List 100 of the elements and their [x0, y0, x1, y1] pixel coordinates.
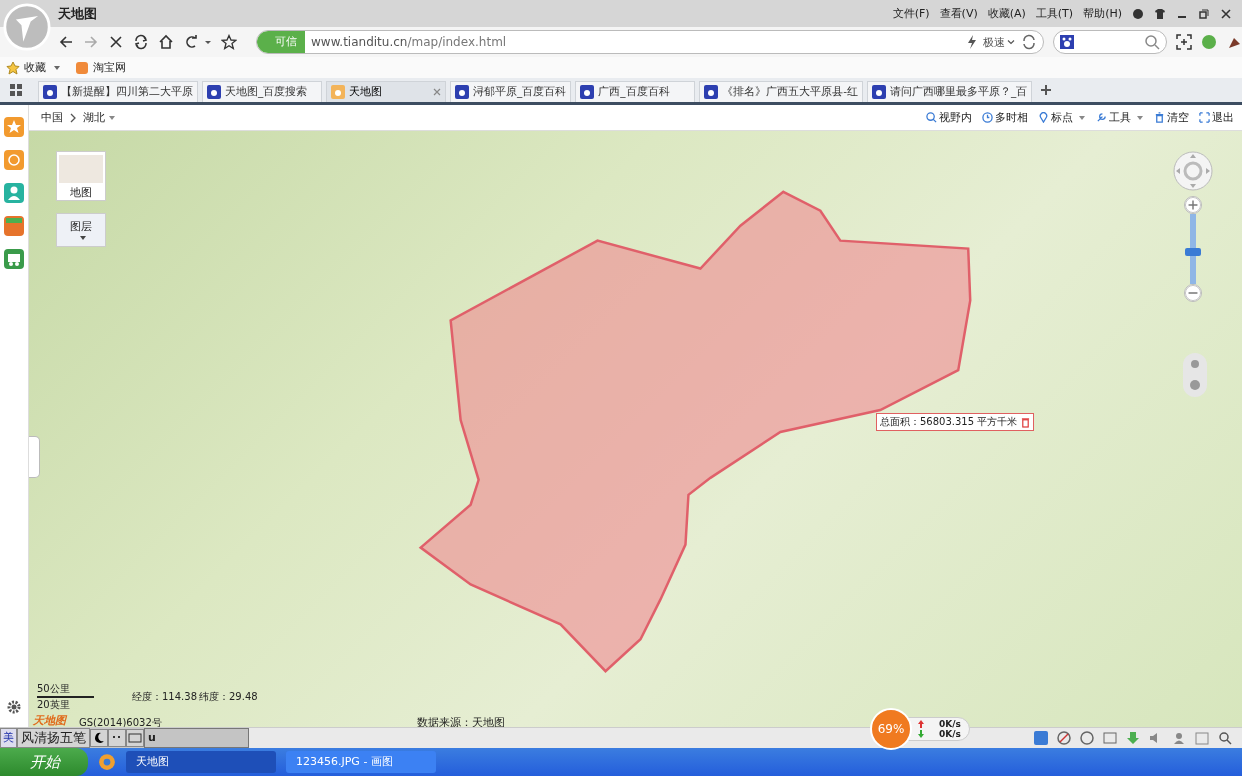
favicon-icon [455, 85, 469, 99]
shop-icon[interactable] [4, 216, 24, 236]
browser-tab[interactable]: 天地图 [326, 81, 446, 102]
download-rate: 0K/s [939, 729, 961, 739]
restore-icon[interactable] [1198, 7, 1210, 20]
data-source-text: 数据来源：天地图 [417, 715, 505, 727]
scale-label: 50公里 [37, 682, 94, 698]
grid-icon[interactable] [10, 84, 22, 96]
new-tab-icon[interactable] [1040, 84, 1053, 96]
map-tool-button[interactable]: 多时相 [995, 110, 1028, 125]
menu-item[interactable]: 查看(V) [939, 6, 978, 21]
map-tool-button[interactable]: 退出 [1212, 110, 1234, 125]
search-field[interactable] [1053, 30, 1167, 54]
taskbar-button[interactable]: 123456.JPG - 画图 [286, 751, 436, 773]
browser-tab[interactable]: 《排名》广西五大平原县-红 [699, 81, 864, 102]
map-logo: 天地图 [33, 713, 66, 727]
refresh-icon[interactable] [133, 34, 149, 50]
favicon-icon [331, 85, 345, 99]
breadcrumb-item[interactable]: 湖北 [83, 110, 105, 125]
paw-icon [1060, 35, 1074, 49]
user-icon[interactable] [4, 183, 24, 203]
undo-icon[interactable] [183, 34, 199, 50]
user-icon[interactable] [1172, 731, 1186, 745]
layers-button[interactable]: 图层 [56, 213, 106, 247]
map-type-button[interactable]: 地图 [56, 151, 106, 201]
favicon-icon [43, 85, 57, 99]
latitude-text: 纬度：29.48 [199, 690, 258, 704]
shirt-icon[interactable] [1154, 7, 1166, 20]
caret-icon[interactable] [78, 233, 87, 242]
street-view-icon[interactable] [1183, 353, 1207, 397]
pin-icon[interactable] [1038, 112, 1049, 123]
browser-tab[interactable]: 【新提醒】四川第二大平原 [38, 81, 198, 102]
download-icon[interactable] [1126, 731, 1140, 745]
search-icon[interactable] [926, 112, 937, 123]
browser-tab[interactable]: 广西_百度百科 [575, 81, 696, 102]
stop-icon[interactable] [108, 34, 124, 50]
caret-icon[interactable] [53, 63, 61, 72]
punctuation-icon[interactable] [108, 729, 126, 747]
browser-tab[interactable]: 请问广西哪里最多平原？_百 [867, 81, 1033, 102]
trash-icon[interactable] [1154, 112, 1165, 123]
star-icon[interactable] [221, 34, 237, 50]
favicon-icon [580, 85, 595, 99]
download-arrow-icon [917, 729, 925, 739]
speed-mode-button[interactable]: 极速 [983, 34, 1005, 50]
menu-item[interactable]: 工具(T) [1035, 6, 1074, 21]
favicon-icon [872, 85, 887, 99]
browser-tab[interactable]: 浔郁平原_百度百科 [450, 81, 572, 102]
close-icon[interactable] [1220, 7, 1232, 20]
menu-item[interactable]: 文件(F) [892, 6, 930, 21]
ime-input-field[interactable]: u [144, 728, 249, 748]
zoom-in-icon[interactable] [1184, 196, 1202, 214]
favicon-icon [704, 85, 719, 99]
window-title: 天地图 [58, 4, 97, 23]
map-tool-button[interactable]: 标点 [1051, 110, 1073, 125]
area-tooltip: 总面积：56803.315 平方千米 [876, 413, 1035, 431]
forward-icon[interactable] [83, 34, 99, 50]
ime-mode-button[interactable]: 美 [0, 728, 17, 748]
browser-tab[interactable]: 天地图_百度搜索 [202, 81, 322, 102]
approval-number: GS(2014)6032号 [79, 716, 162, 727]
chevron-icon [69, 112, 77, 123]
scale-label: 20英里 [37, 698, 71, 712]
screenshot-icon[interactable] [1176, 34, 1192, 50]
truck-icon[interactable] [4, 249, 24, 269]
bookmark-item[interactable]: 收藏 [24, 60, 46, 75]
upload-arrow-icon [917, 719, 925, 729]
menu-item[interactable]: 帮助(H) [1083, 6, 1122, 21]
star-icon [6, 60, 20, 75]
breadcrumb-item[interactable]: 中国 [41, 110, 63, 125]
map-thumbnail [59, 155, 103, 183]
url-text: www.tianditu.cn/map/index.html [311, 35, 507, 49]
menu-item[interactable]: 收藏(A) [987, 6, 1026, 21]
refresh-icon[interactable] [1021, 34, 1037, 50]
moon-icon[interactable] [90, 729, 108, 747]
taskbar-button[interactable]: 天地图 [126, 751, 276, 773]
site-icon [75, 60, 89, 75]
zoom-slider-thumb[interactable] [1185, 248, 1201, 257]
map-tool-button[interactable]: 清空 [1167, 110, 1189, 125]
start-button[interactable]: 开始 [0, 748, 88, 776]
back-icon[interactable] [58, 34, 74, 50]
block-icon[interactable] [1057, 731, 1071, 745]
trash-icon[interactable] [1021, 416, 1031, 428]
zoom-icon[interactable] [1218, 731, 1232, 745]
upload-rate: 0K/s [939, 719, 961, 729]
map-tool-button[interactable]: 视野内 [939, 110, 972, 125]
home-icon[interactable] [158, 34, 174, 50]
address-field[interactable]: 可信 www.tianditu.cn/map/index.html 极速 [256, 30, 1044, 54]
trusted-badge: 可信 [257, 31, 305, 53]
longitude-text: 经度：114.38 [132, 690, 197, 704]
ime-name[interactable]: 风清扬五笔 [17, 728, 90, 748]
collapse-handle[interactable] [29, 436, 40, 478]
map-tool-button[interactable]: 工具 [1109, 110, 1131, 125]
chevron-icon[interactable] [1007, 38, 1015, 46]
wrench-icon[interactable] [1096, 112, 1107, 123]
bookmark-item[interactable]: 淘宝网 [93, 60, 126, 75]
zoom-out-icon[interactable] [1184, 284, 1202, 302]
caret-icon[interactable] [204, 38, 212, 46]
search-icon[interactable] [1144, 34, 1160, 50]
exit-icon[interactable] [1199, 112, 1210, 123]
quick-launch-icon[interactable] [98, 753, 116, 771]
settings-icon[interactable] [6, 699, 22, 715]
